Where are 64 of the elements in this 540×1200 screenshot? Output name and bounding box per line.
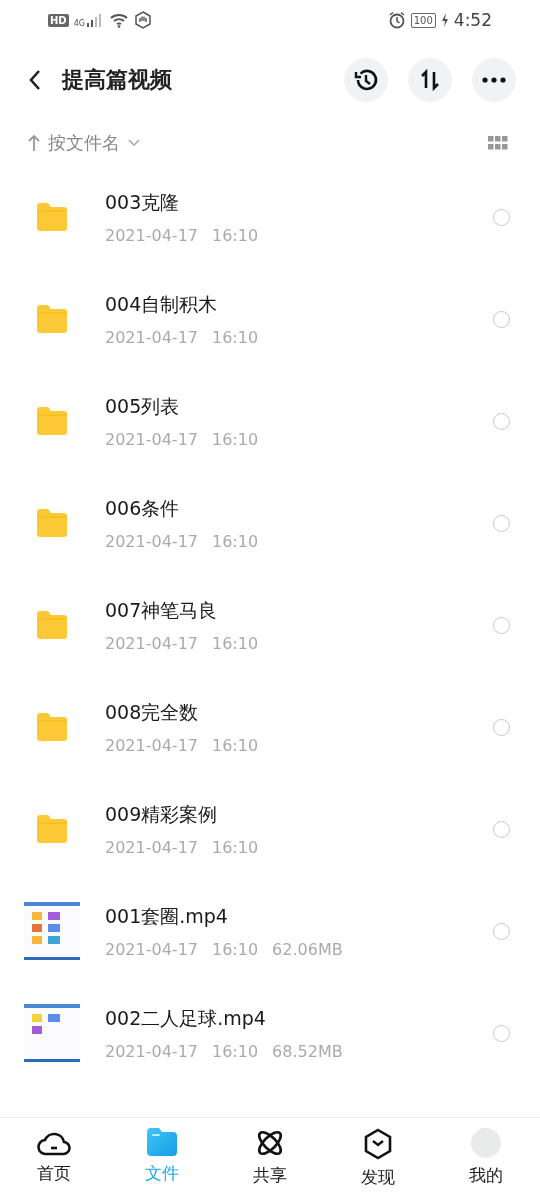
file-name: 008完全数 bbox=[105, 699, 200, 725]
file-name: 003克隆 bbox=[105, 189, 181, 215]
modified-time: 16:10 bbox=[212, 633, 259, 653]
more-icon bbox=[482, 77, 506, 83]
modified-time: 16:10 bbox=[212, 531, 259, 551]
modified-date: 2021-04-17 bbox=[105, 735, 198, 755]
hand-icon bbox=[133, 11, 152, 29]
folder-icon bbox=[147, 1128, 177, 1156]
sort-by-name-dropdown[interactable]: 按文件名 bbox=[28, 131, 140, 155]
page-title: 提高篇视频 bbox=[62, 66, 173, 94]
nav-tab[interactable]: 发现 bbox=[324, 1118, 432, 1198]
file-name: 004自制积木 bbox=[105, 291, 219, 317]
hd-indicator: HD bbox=[48, 13, 69, 27]
grid-icon bbox=[488, 136, 508, 150]
modified-date: 2021-04-17 bbox=[105, 837, 198, 857]
modified-time: 16:10 bbox=[212, 327, 259, 347]
file-size: 62.06MB bbox=[272, 939, 343, 959]
signal-icon bbox=[85, 13, 104, 27]
grid-view-button[interactable] bbox=[488, 136, 508, 150]
chevron-down-icon bbox=[128, 139, 140, 147]
up-arrow-icon bbox=[28, 134, 40, 152]
modified-date: 2021-04-17 bbox=[105, 531, 198, 551]
folder-icon bbox=[35, 202, 69, 232]
folder-icon bbox=[35, 304, 69, 334]
modified-time: 16:10 bbox=[212, 939, 259, 959]
modified-time: 16:10 bbox=[212, 735, 259, 755]
network-label: 4G bbox=[73, 19, 85, 28]
battery-level: 100 bbox=[410, 12, 436, 28]
folder-icon bbox=[35, 712, 69, 742]
folder-icon bbox=[35, 814, 69, 844]
modified-date: 2021-04-17 bbox=[105, 939, 198, 959]
file-name: 006条件 bbox=[105, 495, 181, 521]
modified-date: 2021-04-17 bbox=[105, 633, 198, 653]
modified-time: 16:10 bbox=[212, 837, 259, 857]
modified-time: 16:10 bbox=[212, 1041, 259, 1061]
folder-icon bbox=[35, 508, 69, 538]
file-name: 002二人足球.mp4 bbox=[105, 1005, 267, 1031]
file-size: 68.52MB bbox=[272, 1041, 343, 1061]
nav-tab[interactable]: 首页 bbox=[0, 1118, 108, 1198]
atom-icon bbox=[255, 1128, 285, 1158]
file-name: 007神笔马良 bbox=[105, 597, 219, 623]
file-name: 001套圈.mp4 bbox=[105, 903, 229, 929]
modified-time: 16:10 bbox=[212, 429, 259, 449]
folder-icon bbox=[35, 610, 69, 640]
sort-button[interactable] bbox=[408, 58, 452, 102]
folder-icon bbox=[35, 406, 69, 436]
wifi-icon bbox=[108, 12, 129, 28]
modified-date: 2021-04-17 bbox=[105, 225, 198, 245]
file-name: 005列表 bbox=[105, 393, 181, 419]
modified-time: 16:10 bbox=[212, 225, 259, 245]
clock-time: 4:52 bbox=[453, 10, 492, 30]
alarm-icon bbox=[387, 11, 406, 29]
hexagon-icon bbox=[363, 1128, 393, 1160]
history-icon bbox=[353, 67, 379, 93]
nav-tab[interactable]: 我的 bbox=[432, 1118, 540, 1198]
modified-date: 2021-04-17 bbox=[105, 1041, 198, 1061]
file-name: 009精彩案例 bbox=[105, 801, 219, 827]
nav-tab[interactable]: 共享 bbox=[216, 1118, 324, 1198]
history-button[interactable] bbox=[344, 58, 388, 102]
modified-date: 2021-04-17 bbox=[105, 327, 198, 347]
modified-date: 2021-04-17 bbox=[105, 429, 198, 449]
chevron-left-icon bbox=[28, 69, 42, 91]
charging-icon bbox=[440, 13, 449, 27]
more-button[interactable] bbox=[472, 58, 516, 102]
